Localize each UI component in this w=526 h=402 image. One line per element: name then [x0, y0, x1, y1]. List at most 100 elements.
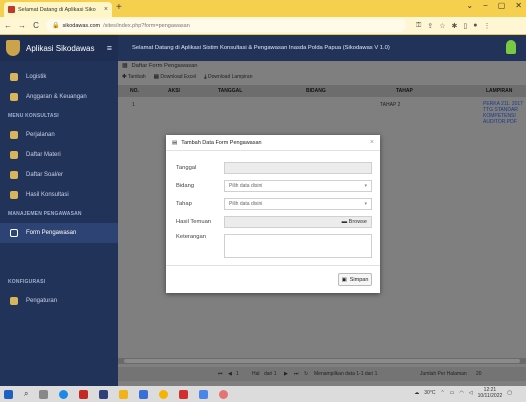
sidebar-item-daftar-soal[interactable]: Daftar Soal/er	[0, 165, 118, 185]
url-input[interactable]: 🔒 sikodawas.com/sites/index.php?form=pen…	[46, 19, 406, 32]
pdf-icon[interactable]	[179, 389, 189, 399]
sidebar-item-pengaturan[interactable]: Pengaturan	[0, 291, 118, 311]
sidepanel-icon[interactable]: ▯	[463, 22, 467, 30]
sidebar-item-label: Form Pengawasan	[26, 230, 77, 236]
sidebar-item-daftar-materi[interactable]: Daftar Materi	[0, 145, 118, 165]
col-lampiran[interactable]: LAMPIRAN	[486, 88, 512, 94]
chrome-icon[interactable]	[159, 389, 169, 399]
menu-icon[interactable]: ⋮	[483, 22, 490, 30]
app-grid-icon[interactable]	[199, 389, 209, 399]
brand: Aplikasi Sikodawas ≡	[0, 35, 118, 61]
showing-text: Menampilkan data 1-1 dari 1	[314, 371, 378, 377]
bidang-value: Pilih data disini	[229, 183, 263, 189]
hasil-file-field[interactable]: ▬ Browse	[224, 216, 372, 228]
tambah-label: Tambah	[127, 74, 146, 80]
page-input[interactable]: 1	[236, 371, 239, 377]
col-tanggal[interactable]: TANGGAL	[218, 88, 242, 94]
col-tahap[interactable]: TAHAP	[396, 88, 413, 94]
tanggal-label: Tanggal	[176, 165, 197, 171]
volume-icon[interactable]: ◁	[469, 390, 473, 396]
windows-start-icon[interactable]	[4, 389, 13, 399]
browser-extensions: ⚿ ⇪ ☆ ✱ ▯ ● ⋮	[416, 22, 490, 30]
star-icon[interactable]: ☆	[439, 22, 445, 30]
download-icon: ⤓	[204, 74, 207, 80]
window-controls: ⌄ − ▢ ✕	[466, 1, 522, 10]
app-blue-icon[interactable]	[99, 389, 109, 399]
prev-page-icon[interactable]: ◀	[228, 371, 232, 377]
browser-icon[interactable]	[219, 389, 229, 399]
col-bidang[interactable]: BIDANG	[306, 88, 326, 94]
last-page-icon[interactable]: ⏭	[294, 371, 299, 377]
forward-icon[interactable]: →	[18, 21, 26, 30]
per-page-select[interactable]: 20	[476, 371, 482, 377]
panel-toolbar: ✚ Tambah ▤ Download Excel ⤓ Download Lam…	[122, 74, 252, 81]
dialog-close-icon[interactable]: ×	[370, 139, 374, 146]
app-red-icon[interactable]	[79, 389, 89, 399]
sidebar-item-label: Pengaturan	[26, 298, 58, 304]
next-page-icon[interactable]: ▶	[284, 371, 288, 377]
notification-icon[interactable]: ▢	[507, 390, 512, 396]
horizontal-scrollbar[interactable]	[118, 358, 526, 364]
task-view-icon[interactable]	[39, 389, 49, 399]
weather-icon[interactable]: ☁	[414, 390, 419, 396]
scrollbar-thumb[interactable]	[124, 359, 520, 363]
key-icon[interactable]: ⚿	[416, 22, 421, 30]
profile-icon[interactable]: ●	[473, 22, 477, 30]
table-row[interactable]: 1 TAHAP 2 PERKA 211. 2017 TTG STANDAR KO…	[118, 98, 526, 128]
extensions-icon[interactable]: ✱	[451, 22, 457, 30]
tray-up-icon[interactable]: ⌃	[440, 390, 444, 396]
download-excel-button[interactable]: ▤ Download Excel	[154, 74, 196, 81]
hamburger-icon[interactable]: ≡	[107, 43, 112, 53]
first-page-icon[interactable]: ⏮	[218, 371, 223, 377]
brand-name: Aplikasi Sikodawas	[26, 43, 95, 53]
wifi-icon[interactable]: ◠	[459, 390, 463, 396]
section-konsultasi: MENU KONSULTASI	[8, 113, 59, 119]
dialog-title: Tambah Data Form Pengawasan	[181, 139, 262, 146]
browse-button[interactable]: ▬ Browse	[342, 219, 367, 225]
tanggal-field[interactable]	[224, 162, 372, 174]
sidebar-item-anggaran[interactable]: Anggaran & Keuangan	[0, 87, 118, 107]
clock[interactable]: 12:21 10/11/2022	[478, 387, 503, 399]
close-window-icon[interactable]: ✕	[515, 1, 522, 10]
maximize-icon[interactable]: ▢	[498, 1, 506, 10]
refresh-icon[interactable]: ↻	[304, 371, 308, 377]
keterangan-textarea[interactable]	[224, 234, 372, 258]
browser-tab-bar: Selamat Datang di Aplikasi Siko × + ⌄ − …	[0, 0, 526, 17]
sidebar-item-form-pengawasan[interactable]: Form Pengawasan	[0, 223, 118, 243]
edge-icon[interactable]	[59, 389, 69, 399]
new-tab-button[interactable]: +	[116, 2, 122, 14]
sidebar-item-perjalanan[interactable]: Perjalanan	[0, 125, 118, 145]
row-tahap: Tahap Pilih data disini ▾	[176, 198, 372, 210]
reload-icon[interactable]: C	[32, 21, 40, 30]
save-button[interactable]: ▣ Simpan	[338, 273, 372, 286]
attachment-link[interactable]: PERKA 211. 2017 TTG STANDAR KOMPETENSI A…	[483, 101, 523, 125]
bidang-select[interactable]: Pilih data disini ▾	[224, 180, 372, 192]
share-icon[interactable]: ⇪	[427, 22, 433, 30]
sidebar-item-hasil-konsultasi[interactable]: Hasil Konsultasi	[0, 185, 118, 205]
tahap-select[interactable]: Pilih data disini ▾	[224, 198, 372, 210]
chevron-down-icon: ▾	[364, 183, 367, 189]
search-icon[interactable]: ⌕	[24, 389, 28, 399]
table-header: NO. AKSI TANGGAL BIDANG TAHAP LAMPIRAN	[118, 85, 526, 97]
tab-close-icon[interactable]: ×	[104, 6, 108, 13]
add-icon: ✚	[122, 74, 127, 80]
row-tanggal: Tanggal	[176, 162, 372, 174]
col-aksi[interactable]: AKSI	[168, 88, 180, 94]
back-icon[interactable]: ←	[4, 21, 12, 30]
chevron-down-icon: ▾	[364, 201, 367, 207]
battery-icon[interactable]: ▭	[450, 390, 455, 396]
mail-icon[interactable]	[139, 389, 149, 399]
sidebar-item-logistik[interactable]: Logistik	[0, 67, 118, 87]
tambah-button[interactable]: ✚ Tambah	[122, 74, 146, 81]
folder-icon[interactable]	[119, 389, 129, 399]
dialog-header: ▤ Tambah Data Form Pengawasan ×	[166, 135, 380, 151]
hasil-label: Hasil Temuan	[176, 219, 212, 225]
download-lampiran-button[interactable]: ⤓ Download Lampiran	[204, 74, 252, 81]
address-bar-row: ← → C 🔒 sikodawas.com/sites/index.php?fo…	[0, 17, 526, 35]
tab-search-icon[interactable]: ⌄	[466, 1, 473, 10]
sidebar: Aplikasi Sikodawas ≡ Logistik Anggaran &…	[0, 35, 118, 386]
browser-tab[interactable]: Selamat Datang di Aplikasi Siko ×	[4, 2, 112, 17]
col-no[interactable]: NO.	[130, 88, 139, 94]
user-logo-icon[interactable]	[506, 40, 516, 54]
minimize-icon[interactable]: −	[483, 1, 488, 10]
